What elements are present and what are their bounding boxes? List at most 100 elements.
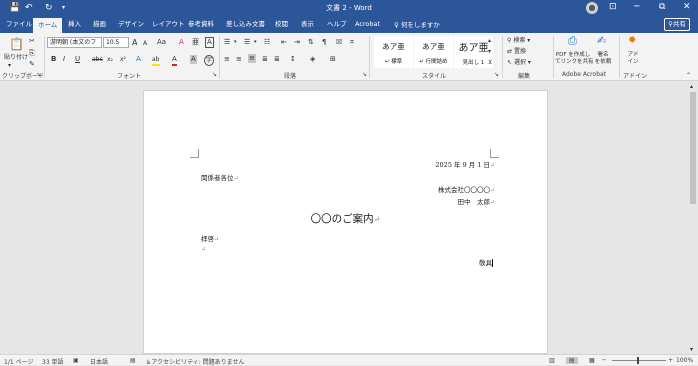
italic-button[interactable]: I <box>63 55 65 64</box>
character-border-icon[interactable]: A <box>205 37 214 48</box>
clipboard-launcher-icon[interactable]: ↘ <box>36 71 41 78</box>
tab-layout[interactable]: レイアウト <box>152 19 185 30</box>
styles-scroll-down-icon[interactable]: ▾ <box>488 47 491 56</box>
read-mode-icon[interactable]: ▥ <box>549 357 555 364</box>
paragraph-launcher-icon[interactable]: ↘ <box>362 71 367 78</box>
tell-me-search[interactable]: ♀ 何をしますか <box>394 19 440 29</box>
font-color-icon[interactable]: A <box>172 55 177 66</box>
bullets-dropdown-icon[interactable]: ▾ <box>234 38 237 47</box>
tab-draw[interactable]: 描画 <box>93 19 106 30</box>
create-pdf-share-button[interactable]: PDF を作成し てリンクを共有 <box>555 52 594 66</box>
align-left-icon[interactable]: ≡ <box>224 55 230 64</box>
show-formatting-icon[interactable]: ¶ <box>322 38 326 47</box>
format-painter-icon[interactable]: ✎ <box>29 60 35 69</box>
numbering-icon[interactable]: ☰ <box>244 38 250 47</box>
addins-button[interactable]: アド イン <box>624 52 642 66</box>
document-addressee[interactable]: 関係者各位↵ <box>201 172 239 182</box>
web-layout-icon[interactable]: ▦ <box>589 357 595 364</box>
font-launcher-icon[interactable]: ↘ <box>212 71 217 78</box>
empty-paragraph[interactable]: ↵ <box>201 245 206 253</box>
align-center-icon[interactable]: ≡ <box>236 55 242 64</box>
document-company[interactable]: 株式会社〇〇〇〇↵ <box>438 184 495 194</box>
distributed-icon[interactable]: ≣ <box>274 55 280 64</box>
document-date[interactable]: 2025 年 9 月 1 日↵ <box>435 159 495 169</box>
shading-icon[interactable]: ◈ <box>310 55 315 64</box>
restore-icon[interactable]: ⧉ <box>659 2 665 12</box>
scroll-up-icon[interactable]: ▴ <box>690 82 693 91</box>
superscript-button[interactable]: x² <box>120 55 126 64</box>
increase-indent-icon[interactable]: ⇥ <box>294 38 300 47</box>
close-icon[interactable]: ✕ <box>683 2 691 12</box>
bullets-icon[interactable]: ☰ <box>224 38 230 47</box>
align-right-icon[interactable]: ≡ <box>248 54 256 63</box>
tab-view[interactable]: 表示 <box>301 19 314 30</box>
document-heading[interactable]: 〇〇のご案内↵ <box>144 211 547 226</box>
shrink-font-icon[interactable]: A <box>143 39 147 48</box>
document-salutation[interactable]: 拝啓↵ <box>201 233 219 243</box>
tab-home[interactable]: ホーム <box>33 18 63 33</box>
character-shading-icon[interactable]: A <box>190 55 197 64</box>
scrollbar-thumb[interactable] <box>690 92 696 204</box>
ribbon-display-icon[interactable]: ⊡ <box>609 2 617 12</box>
phonetic-guide-icon[interactable]: 亜 <box>192 38 199 47</box>
styles-more-icon[interactable]: ⊻ <box>488 58 492 67</box>
underline-button[interactable]: U <box>75 55 80 64</box>
numbering-dropdown-icon[interactable]: ▾ <box>254 38 257 47</box>
font-group-label: フォント <box>117 73 142 80</box>
font-name-field[interactable]: 游明朝 (本文のフ <box>47 37 102 48</box>
tab-insert[interactable]: 挿入 <box>68 19 81 30</box>
enclosed-character-icon[interactable]: 字 <box>204 55 215 66</box>
asian-typography-icon[interactable]: ⌗ <box>350 38 354 47</box>
subscript-button[interactable]: x₂ <box>107 55 113 64</box>
decrease-indent-icon[interactable]: ⇤ <box>281 38 287 47</box>
styles-scroll-up-icon[interactable]: ▴ <box>488 36 491 45</box>
zoom-slider-track[interactable] <box>612 360 666 361</box>
document-page[interactable]: 2025 年 9 月 1 日↵ 関係者各位↵ 株式会社〇〇〇〇↵ 田中 太郎↵ … <box>143 90 548 354</box>
document-author[interactable]: 田中 太郎↵ <box>457 196 495 206</box>
tab-acrobat[interactable]: Acrobat <box>355 19 380 30</box>
style-normal[interactable]: あア亜 ↵ 標準 <box>374 36 413 68</box>
cut-icon[interactable]: ✂ <box>29 37 35 46</box>
proofing-icon[interactable]: ▣ <box>73 357 79 364</box>
tab-mailings[interactable]: 差し込み文書 <box>226 19 265 30</box>
text-effects-icon[interactable]: A <box>136 55 141 64</box>
styles-launcher-icon[interactable]: ↘ <box>494 71 499 78</box>
zoom-out-icon[interactable]: ─ <box>602 357 606 364</box>
replace-button[interactable]: ⇄ 置換 <box>507 47 526 56</box>
share-button[interactable]: ⚲共有 <box>664 18 690 31</box>
paste-dropdown-icon[interactable]: ▾ <box>8 61 11 70</box>
document-closing[interactable]: 敬具 <box>479 257 493 267</box>
scroll-down-icon[interactable]: ▾ <box>690 345 693 354</box>
grow-font-icon[interactable]: A <box>132 38 137 47</box>
avatar[interactable]: ● <box>586 2 598 14</box>
copy-icon[interactable]: ⎘ <box>29 49 35 58</box>
find-button[interactable]: ⚲ 検索 ▾ <box>507 36 530 45</box>
zoom-in-icon[interactable]: + <box>668 357 673 364</box>
line-spacing-icon[interactable]: ↕ <box>290 55 296 64</box>
tab-references[interactable]: 参考資料 <box>188 19 214 30</box>
justify-icon[interactable]: ≣ <box>262 55 268 64</box>
multilevel-list-icon[interactable]: ☷ <box>264 38 270 47</box>
minimize-icon[interactable]: ─ <box>634 2 639 12</box>
borders-icon[interactable]: ⊞ <box>330 55 336 64</box>
style-no-spacing[interactable]: あア亜 ↵ 行間詰め <box>414 36 453 68</box>
clear-formatting-icon[interactable]: A <box>179 38 184 47</box>
bold-button[interactable]: B <box>51 55 56 64</box>
request-signature-button[interactable]: 署名 を依頼 <box>592 52 614 66</box>
sort-icon[interactable]: ⇅ <box>308 38 314 47</box>
east-asian-layout-icon[interactable]: ☒ <box>336 38 342 47</box>
tab-review[interactable]: 校閲 <box>275 19 288 30</box>
print-layout-icon[interactable]: ▤ <box>566 357 578 364</box>
highlight-color-icon[interactable]: ab <box>152 55 160 66</box>
macro-recording-icon[interactable]: ▤ <box>130 357 136 364</box>
collapse-ribbon-icon[interactable]: ⌃ <box>686 71 691 80</box>
tab-help[interactable]: ヘルプ <box>327 19 347 30</box>
zoom-slider-thumb[interactable] <box>637 357 639 364</box>
strikethrough-button[interactable]: abc <box>92 55 103 64</box>
font-size-field[interactable]: 10.5 <box>103 37 129 48</box>
change-case-icon[interactable]: Aa <box>157 38 166 47</box>
tab-design[interactable]: デザイン <box>118 19 144 30</box>
zoom-level[interactable]: 100% <box>676 357 693 364</box>
tab-file[interactable]: ファイル <box>6 19 32 30</box>
select-button[interactable]: ↖ 選択 ▾ <box>507 58 531 67</box>
